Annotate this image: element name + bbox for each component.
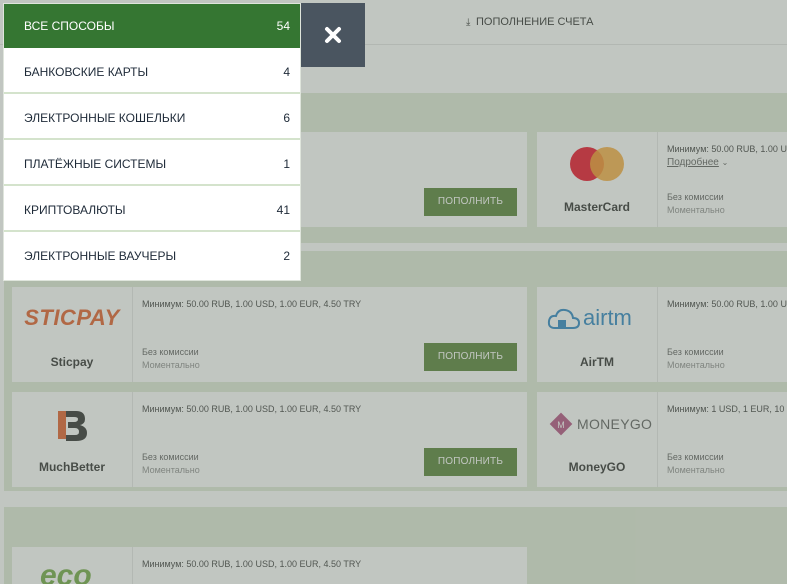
menu-item-count: 54 [276, 19, 290, 33]
category-menu: ВСЕ СПОСОБЫ 54 БАНКОВСКИЕ КАРТЫ 4 ЭЛЕКТР… [3, 3, 301, 281]
menu-item-count: 41 [276, 203, 290, 217]
menu-item-label: БАНКОВСКИЕ КАРТЫ [24, 65, 149, 79]
menu-item-payment-systems[interactable]: ПЛАТЁЖНЫЕ СИСТЕМЫ 1 [4, 142, 300, 186]
menu-item-count: 2 [283, 249, 290, 263]
close-button[interactable] [301, 3, 365, 67]
menu-item-e-wallets[interactable]: ЭЛЕКТРОННЫЕ КОШЕЛЬКИ 6 [4, 96, 300, 140]
menu-item-crypto[interactable]: КРИПТОВАЛЮТЫ 41 [4, 188, 300, 232]
menu-item-count: 6 [283, 111, 290, 125]
menu-item-label: ПЛАТЁЖНЫЕ СИСТЕМЫ [24, 157, 167, 171]
menu-item-all-methods[interactable]: ВСЕ СПОСОБЫ 54 [4, 4, 300, 48]
menu-item-label: ВСЕ СПОСОБЫ [24, 19, 115, 33]
close-icon [325, 27, 341, 43]
menu-item-count: 4 [283, 65, 290, 79]
menu-item-bank-cards[interactable]: БАНКОВСКИЕ КАРТЫ 4 [4, 50, 300, 94]
menu-item-count: 1 [283, 157, 290, 171]
menu-item-label: ЭЛЕКТРОННЫЕ ВАУЧЕРЫ [24, 249, 177, 263]
menu-item-e-vouchers[interactable]: ЭЛЕКТРОННЫЕ ВАУЧЕРЫ 2 [4, 234, 300, 278]
menu-item-label: ЭЛЕКТРОННЫЕ КОШЕЛЬКИ [24, 111, 186, 125]
menu-item-label: КРИПТОВАЛЮТЫ [24, 203, 126, 217]
